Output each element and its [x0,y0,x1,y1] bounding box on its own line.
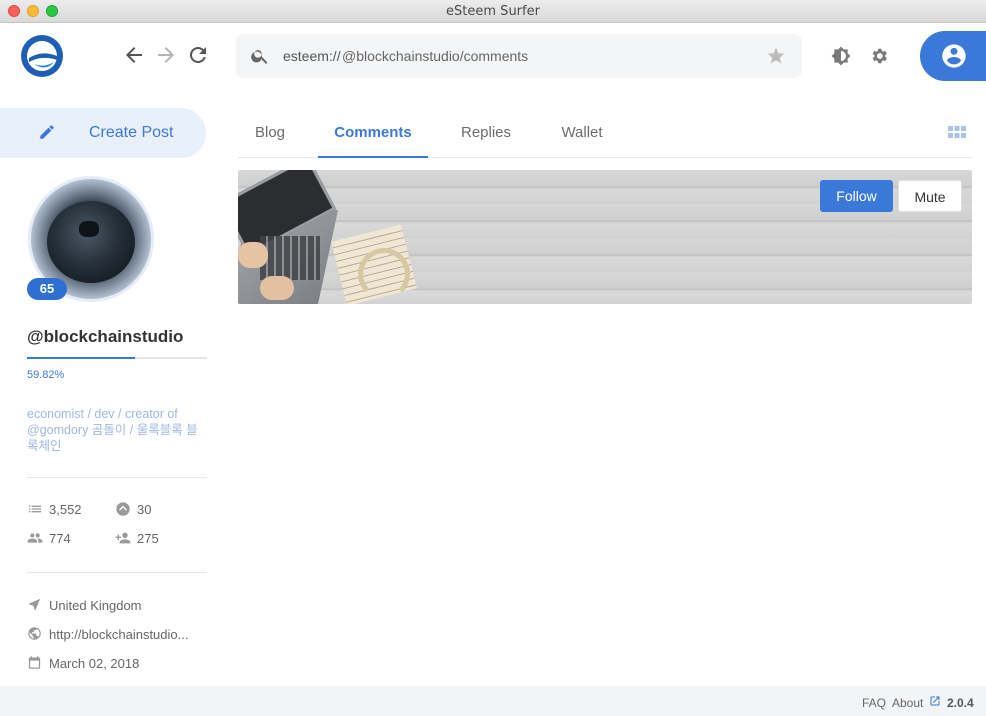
forward-arrow-icon[interactable] [154,43,178,67]
pencil-icon [40,125,54,139]
list-icon [29,505,41,513]
globe-icon [28,627,41,640]
post-count: 3,552 [49,502,82,517]
location-arrow-icon [28,598,41,611]
person-add-icon [115,532,131,544]
profile-bio: economist / dev / creator of @gomdory 곰돌… [27,407,198,453]
vote-count: 30 [137,502,152,517]
tab-blog[interactable]: Blog [238,112,302,158]
faq-link[interactable]: FAQ [862,696,886,710]
post-count-stat: 3,552 [27,500,107,520]
window-title: eSteem Surfer [446,4,540,19]
tab-wallet[interactable]: Wallet [544,112,620,158]
mute-button[interactable]: Mute [898,180,962,212]
app-version: 2.0.4 [947,696,974,710]
tab-comments[interactable]: Comments [318,112,428,158]
sidebar-divider [27,477,207,478]
external-link-icon[interactable] [929,695,941,707]
create-post-button[interactable]: Create Post [0,108,206,158]
followers-stat[interactable]: 774 [27,529,107,549]
location-text: United Kingdom [49,598,142,613]
voting-power-fill [27,357,135,359]
website-link[interactable]: http://blockchainstudio... [49,627,188,642]
about-link[interactable]: About [892,696,923,710]
app-header: esteem:// @blockchainstudio/comments [0,23,986,90]
vote-count-stat: 30 [115,500,195,520]
calendar-icon [28,656,41,669]
joined-row: March 02, 2018 [27,653,217,673]
sidebar-divider [27,572,207,573]
bookmark-star-icon[interactable] [766,46,786,66]
profile-sidebar: Create Post 65 @blockchainstudio 59.82% … [0,90,220,686]
create-post-label: Create Post [89,124,174,141]
search-icon [251,50,268,64]
profile-username: @blockchainstudio [27,327,184,346]
back-arrow-icon[interactable] [122,43,146,67]
tab-replies[interactable]: Replies [444,112,528,158]
upvote-icon [116,502,130,516]
profile-tabs: Blog Comments Replies Wallet [238,112,972,158]
address-protocol: esteem:// [283,48,341,64]
address-path[interactable]: @blockchainstudio/comments [342,48,528,64]
following-stat[interactable]: 275 [115,529,195,549]
followers-count: 774 [49,531,71,546]
following-count: 275 [137,531,159,546]
follow-button[interactable]: Follow [820,180,893,212]
reload-icon[interactable] [186,43,210,67]
theme-toggle-icon[interactable] [831,46,851,66]
window-titlebar: eSteem Surfer [0,0,986,23]
reputation-badge: 65 [27,278,67,300]
voting-power-bar [27,357,207,359]
location-row: United Kingdom [27,595,217,615]
user-account-button[interactable] [920,31,986,81]
grid-view-icon[interactable] [948,125,966,141]
people-icon [27,533,43,543]
website-row[interactable]: http://blockchainstudio... [27,624,217,644]
gear-icon[interactable] [869,46,889,66]
app-footer: FAQ About 2.0.4 [0,686,986,716]
voting-power-text: 59.82% [27,369,65,381]
esteem-logo-icon[interactable] [20,34,64,78]
address-bar[interactable]: esteem:// @blockchainstudio/comments [236,34,802,78]
joined-date: March 02, 2018 [49,656,140,671]
account-circle-icon [942,44,966,68]
